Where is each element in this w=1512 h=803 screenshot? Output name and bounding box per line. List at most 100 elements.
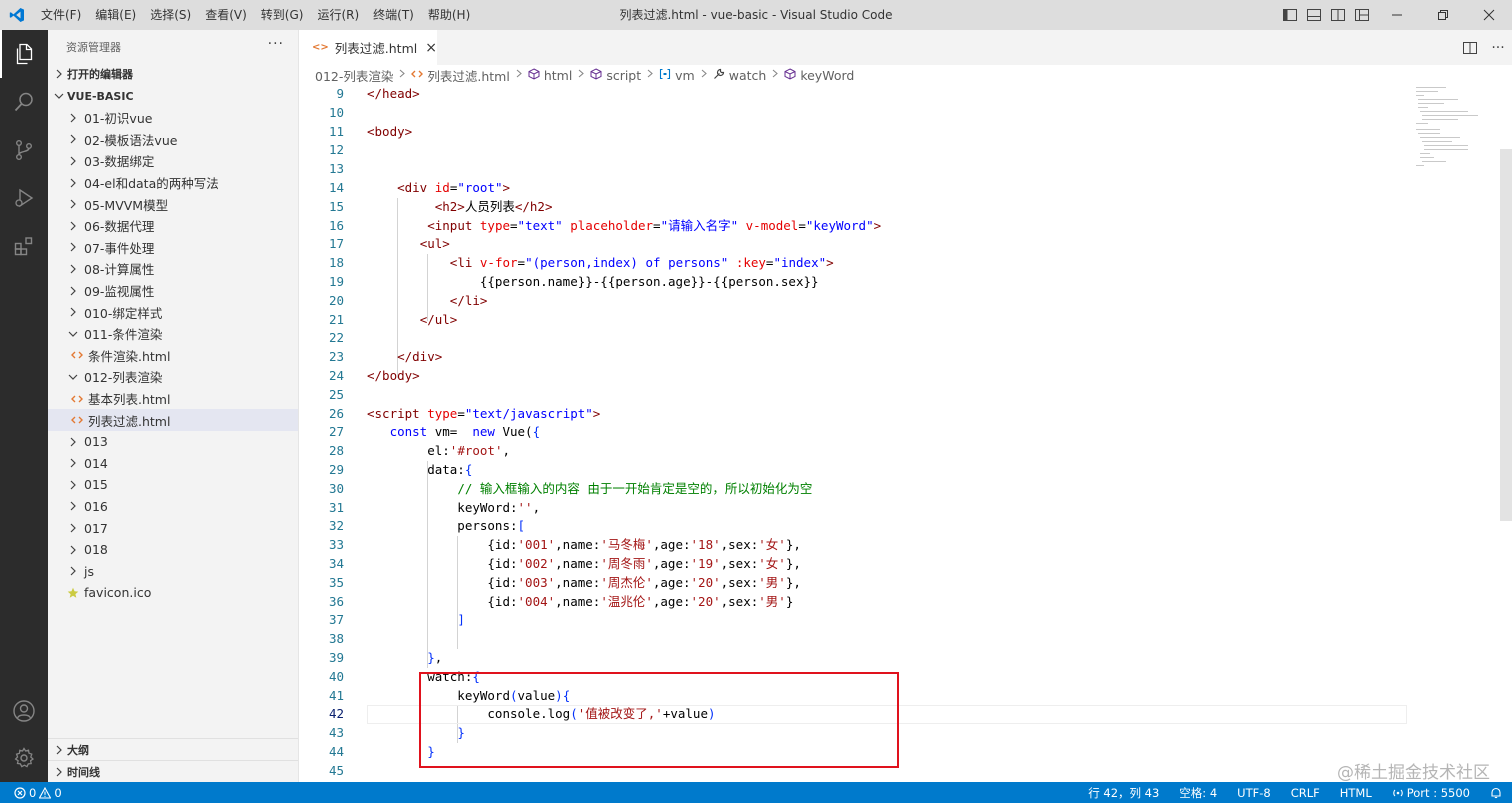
customize-layout-icon[interactable]: [1350, 0, 1374, 30]
code-line[interactable]: [367, 630, 1407, 649]
breadcrumb-item[interactable]: script: [590, 68, 641, 83]
tree-folder[interactable]: 08-计算属性: [48, 258, 298, 280]
more-actions-icon[interactable]: ···: [1484, 30, 1512, 65]
section-open-editors[interactable]: 打开的编辑器: [48, 63, 298, 85]
accounts-icon[interactable]: [0, 687, 48, 735]
tree-file[interactable]: 条件渲染.html: [48, 345, 298, 367]
tree-folder[interactable]: 06-数据代理: [48, 215, 298, 237]
extensions-icon[interactable]: [0, 222, 48, 270]
breadcrumb-item[interactable]: vm: [659, 68, 695, 83]
section-timeline[interactable]: 时间线: [48, 760, 298, 782]
code-line[interactable]: // 输入框输入的内容 由于一开始肯定是空的，所以初始化为空: [367, 480, 1407, 499]
code-line[interactable]: <body>: [367, 123, 1407, 142]
menu-help[interactable]: 帮助(H): [421, 0, 477, 30]
close-icon[interactable]: [1466, 0, 1512, 30]
scrollbar-thumb[interactable]: [1500, 149, 1512, 521]
tree-folder[interactable]: 018: [48, 539, 298, 561]
search-icon[interactable]: [0, 78, 48, 126]
split-editor-icon[interactable]: [1456, 30, 1484, 65]
menu-run[interactable]: 运行(R): [310, 0, 366, 30]
code-line[interactable]: </div>: [367, 348, 1407, 367]
section-outline[interactable]: 大纲: [48, 738, 298, 760]
code-line[interactable]: [367, 386, 1407, 405]
tree-folder[interactable]: 017: [48, 517, 298, 539]
menu-go[interactable]: 转到(G): [254, 0, 311, 30]
code-line[interactable]: </li>: [367, 292, 1407, 311]
code-line[interactable]: [367, 160, 1407, 179]
code-line[interactable]: keyWord:'',: [367, 499, 1407, 518]
code-line[interactable]: <ul>: [367, 235, 1407, 254]
breadcrumb-item[interactable]: watch: [713, 68, 766, 83]
run-debug-icon[interactable]: [0, 174, 48, 222]
toggle-panel-icon[interactable]: [1302, 0, 1326, 30]
code-line[interactable]: },: [367, 649, 1407, 668]
section-workspace-root[interactable]: VUE-BASIC: [48, 85, 298, 107]
code-line[interactable]: {id:'002',name:'周冬雨',age:'19',sex:'女'},: [367, 555, 1407, 574]
code-line[interactable]: el:'#root',: [367, 442, 1407, 461]
status-eol[interactable]: CRLF: [1281, 786, 1330, 800]
minimize-icon[interactable]: [1374, 0, 1420, 30]
menu-file[interactable]: 文件(F): [34, 0, 88, 30]
vertical-scrollbar[interactable]: [1500, 85, 1512, 782]
tree-folder[interactable]: 03-数据绑定: [48, 150, 298, 172]
code-line[interactable]: </head>: [367, 85, 1407, 104]
code-line[interactable]: data:{: [367, 461, 1407, 480]
breadcrumb-item[interactable]: html: [528, 68, 572, 83]
source-control-icon[interactable]: [0, 126, 48, 174]
tab-close-icon[interactable]: ×: [425, 40, 437, 56]
code-line[interactable]: const vm= new Vue({: [367, 423, 1407, 442]
tree-folder[interactable]: 015: [48, 474, 298, 496]
toggle-secondary-sidebar-icon[interactable]: [1326, 0, 1350, 30]
code-line[interactable]: <div id="root">: [367, 179, 1407, 198]
code-line[interactable]: </body>: [367, 367, 1407, 386]
more-actions-icon[interactable]: ···: [268, 36, 284, 52]
tree-folder[interactable]: 013: [48, 431, 298, 453]
tree-file[interactable]: favicon.ico: [48, 582, 298, 604]
status-indentation[interactable]: 空格: 4: [1169, 785, 1227, 801]
menu-view[interactable]: 查看(V): [198, 0, 254, 30]
tree-folder[interactable]: 010-绑定样式: [48, 301, 298, 323]
status-encoding[interactable]: UTF-8: [1227, 786, 1281, 800]
tree-folder[interactable]: 014: [48, 453, 298, 475]
status-live-server[interactable]: Port : 5500: [1382, 786, 1480, 800]
code-editor[interactable]: 9 10 11 12 13 14 15 16 17 18 19 20 21 22 23 24 25 26 27 28 2…: [300, 85, 1512, 782]
code-line[interactable]: </ul>: [367, 311, 1407, 330]
menu-selection[interactable]: 选择(S): [143, 0, 198, 30]
code-line[interactable]: {id:'004',name:'温兆伦',age:'20',sex:'男'}: [367, 593, 1407, 612]
status-language[interactable]: HTML: [1330, 786, 1382, 800]
code-line[interactable]: persons:[: [367, 517, 1407, 536]
tree-file[interactable]: 基本列表.html: [48, 388, 298, 410]
tree-folder[interactable]: 02-模板语法vue: [48, 129, 298, 151]
manage-gear-icon[interactable]: [0, 734, 48, 782]
restore-icon[interactable]: [1420, 0, 1466, 30]
code-line[interactable]: <input type="text" placeholder="请输入名字" v…: [367, 217, 1407, 236]
breadcrumb-item[interactable]: 列表过滤.html: [411, 66, 510, 85]
vscode-logo-icon[interactable]: [0, 0, 34, 30]
tree-folder[interactable]: 07-事件处理: [48, 237, 298, 259]
tree-folder[interactable]: 05-MVVM模型: [48, 193, 298, 215]
code-line[interactable]: {id:'003',name:'周杰伦',age:'20',sex:'男'},: [367, 574, 1407, 593]
toggle-primary-sidebar-icon[interactable]: [1278, 0, 1302, 30]
tree-folder[interactable]: js: [48, 560, 298, 582]
code-line[interactable]: [367, 104, 1407, 123]
tree-folder[interactable]: 016: [48, 496, 298, 518]
code-line[interactable]: {{person.name}}-{{person.age}}-{{person.…: [367, 273, 1407, 292]
breadcrumb-item[interactable]: keyWord: [784, 68, 854, 83]
tree-file[interactable]: 列表过滤.html: [48, 409, 298, 431]
code-line[interactable]: {id:'001',name:'马冬梅',age:'18',sex:'女'},: [367, 536, 1407, 555]
feedback-icon[interactable]: [1480, 787, 1512, 799]
breadcrumb-item[interactable]: 012-列表渲染: [315, 66, 393, 85]
code-line[interactable]: <script type="text/javascript">: [367, 405, 1407, 424]
tree-folder[interactable]: 09-监视属性: [48, 280, 298, 302]
tree-folder[interactable]: 01-初识vue: [48, 107, 298, 129]
tree-folder[interactable]: 04-el和data的两种写法: [48, 172, 298, 194]
code-line[interactable]: [367, 329, 1407, 348]
menu-edit[interactable]: 编辑(E): [88, 0, 143, 30]
code-line[interactable]: <li v-for="(person,index) of persons" :k…: [367, 254, 1407, 273]
menu-terminal[interactable]: 终端(T): [366, 0, 421, 30]
code-line[interactable]: <h2>人员列表</h2>: [367, 198, 1407, 217]
status-cursor-position[interactable]: 行 42，列 43: [1078, 785, 1169, 801]
minimap[interactable]: [1404, 85, 1500, 782]
code-line[interactable]: ]: [367, 611, 1407, 630]
tree-folder[interactable]: 011-条件渲染: [48, 323, 298, 345]
